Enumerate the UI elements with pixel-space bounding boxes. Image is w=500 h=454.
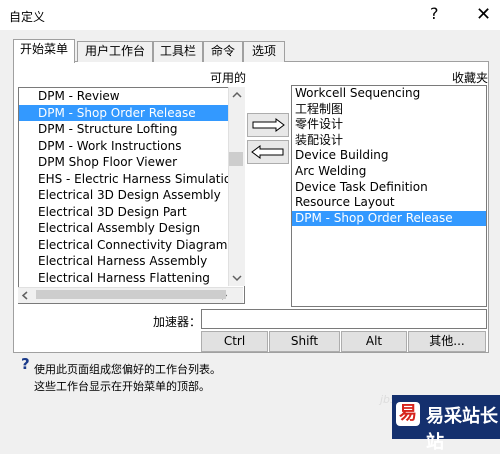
accelerator-label: 加速器：: [153, 315, 202, 329]
tab-start-menu[interactable]: 开始菜单: [13, 39, 75, 63]
list-item[interactable]: Electrical Assembly Design: [19, 220, 244, 237]
list-item[interactable]: 零件设计: [292, 117, 486, 133]
watermark-text: 易采站长站: [426, 406, 498, 453]
close-button[interactable]: ✕: [476, 4, 491, 25]
list-item[interactable]: Workcell Sequencing: [292, 86, 486, 102]
window-title: 自定义: [9, 10, 46, 24]
logo-icon: 易: [396, 402, 420, 426]
tab-options[interactable]: 选项: [243, 41, 285, 62]
list-item[interactable]: DPM - Review: [19, 88, 244, 105]
list-item[interactable]: Resource Layout: [292, 195, 486, 211]
list-item[interactable]: Electrical Connectivity Diagrams: [19, 237, 244, 254]
list-item[interactable]: DPM Shop Floor Viewer: [19, 154, 244, 171]
tab-toolbars[interactable]: 工具栏: [153, 41, 203, 62]
title-bar: 自定义 ? ✕: [0, 0, 500, 30]
help-question-icon: ?: [21, 355, 30, 373]
available-label: 可用的: [210, 71, 247, 85]
shift-button[interactable]: Shift: [269, 331, 340, 352]
favorites-list[interactable]: Workcell Sequencing 工程制图 零件设计 装配设计 Devic…: [291, 85, 487, 307]
list-item[interactable]: EHS - Electric Harness Simulation: [19, 171, 244, 188]
list-item[interactable]: DPM - Structure Lofting: [19, 121, 244, 138]
list-item[interactable]: 工程制图: [292, 102, 486, 118]
ctrl-button[interactable]: Ctrl: [201, 331, 268, 352]
arrow-right-icon: [252, 118, 285, 132]
add-to-favorites-button[interactable]: [247, 113, 289, 137]
available-vertical-scrollbar[interactable]: [228, 87, 245, 286]
help-button[interactable]: ?: [430, 4, 439, 23]
accelerator-input[interactable]: [201, 309, 487, 329]
remove-from-favorites-button[interactable]: [247, 140, 289, 164]
list-item-selected[interactable]: DPM - Shop Order Release: [19, 104, 244, 121]
tab-user-workbench[interactable]: 用户工作台: [77, 41, 153, 62]
list-item[interactable]: 装配设计: [292, 133, 486, 149]
info-text-line1: 使用此页面组成您偏好的工作台列表。: [34, 363, 221, 376]
watermark-logo: 易 易采站长站: [392, 395, 500, 453]
list-item-selected[interactable]: DPM - Shop Order Release: [292, 210, 486, 227]
list-item[interactable]: Electrical Harness Assembly: [19, 253, 244, 270]
list-item[interactable]: DPM - Work Instructions: [19, 138, 244, 155]
list-item[interactable]: Electrical Harness Flattening: [19, 270, 244, 287]
scroll-arrows-icon: [232, 91, 242, 282]
tab-commands[interactable]: 命令: [203, 41, 243, 62]
info-text-line2: 这些工作台显示在开始菜单的顶部。: [34, 380, 210, 393]
other-keys-button[interactable]: 其他...: [408, 331, 486, 352]
arrow-left-icon: [251, 145, 284, 159]
list-item[interactable]: Electrical 3D Design Assembly: [19, 187, 244, 204]
list-item[interactable]: Device Task Definition: [292, 180, 486, 196]
favorites-label: 收藏夹: [452, 71, 489, 85]
list-item[interactable]: Device Building: [292, 148, 486, 164]
list-item[interactable]: Electrical 3D Design Part: [19, 204, 244, 221]
available-list[interactable]: DPM - Review DPM - Shop Order Release DP…: [18, 87, 245, 304]
alt-button[interactable]: Alt: [341, 331, 407, 352]
horizontal-scroll-thumb[interactable]: [36, 290, 226, 299]
list-item[interactable]: Arc Welding: [292, 164, 486, 180]
vertical-scroll-thumb[interactable]: [229, 152, 243, 166]
